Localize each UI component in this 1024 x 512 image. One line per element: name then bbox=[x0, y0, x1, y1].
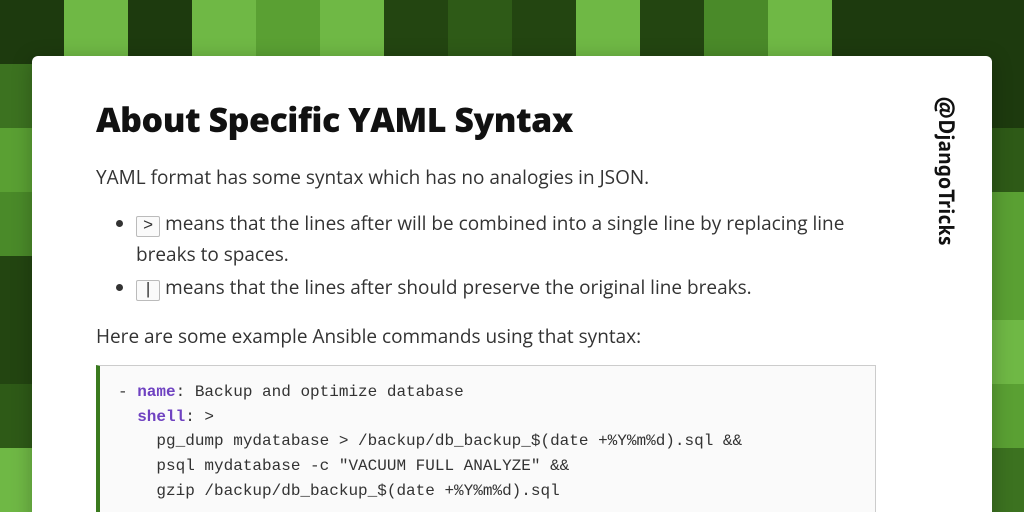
article-card: About Specific YAML Syntax YAML format h… bbox=[32, 56, 992, 512]
example-lead: Here are some example Ansible commands u… bbox=[96, 323, 876, 349]
intro-paragraph: YAML format has some syntax which has no… bbox=[96, 164, 876, 191]
list-item: > means that the lines after will be com… bbox=[136, 209, 876, 270]
article-content: About Specific YAML Syntax YAML format h… bbox=[32, 56, 932, 512]
code-block: - name: Backup and optimize database she… bbox=[96, 365, 876, 512]
list-item-text: means that the lines after should preser… bbox=[160, 274, 751, 300]
twitter-handle: @DjangoTricks bbox=[932, 96, 960, 246]
list-item-text: means that the lines after will be combi… bbox=[136, 210, 844, 267]
page-title: About Specific YAML Syntax bbox=[96, 96, 876, 142]
inline-code-pipe: | bbox=[136, 280, 160, 301]
bullet-list: > means that the lines after will be com… bbox=[96, 209, 876, 305]
list-item: | means that the lines after should pres… bbox=[136, 273, 876, 304]
inline-code-gt: > bbox=[136, 216, 160, 237]
handle-column: @DjangoTricks bbox=[932, 56, 992, 512]
